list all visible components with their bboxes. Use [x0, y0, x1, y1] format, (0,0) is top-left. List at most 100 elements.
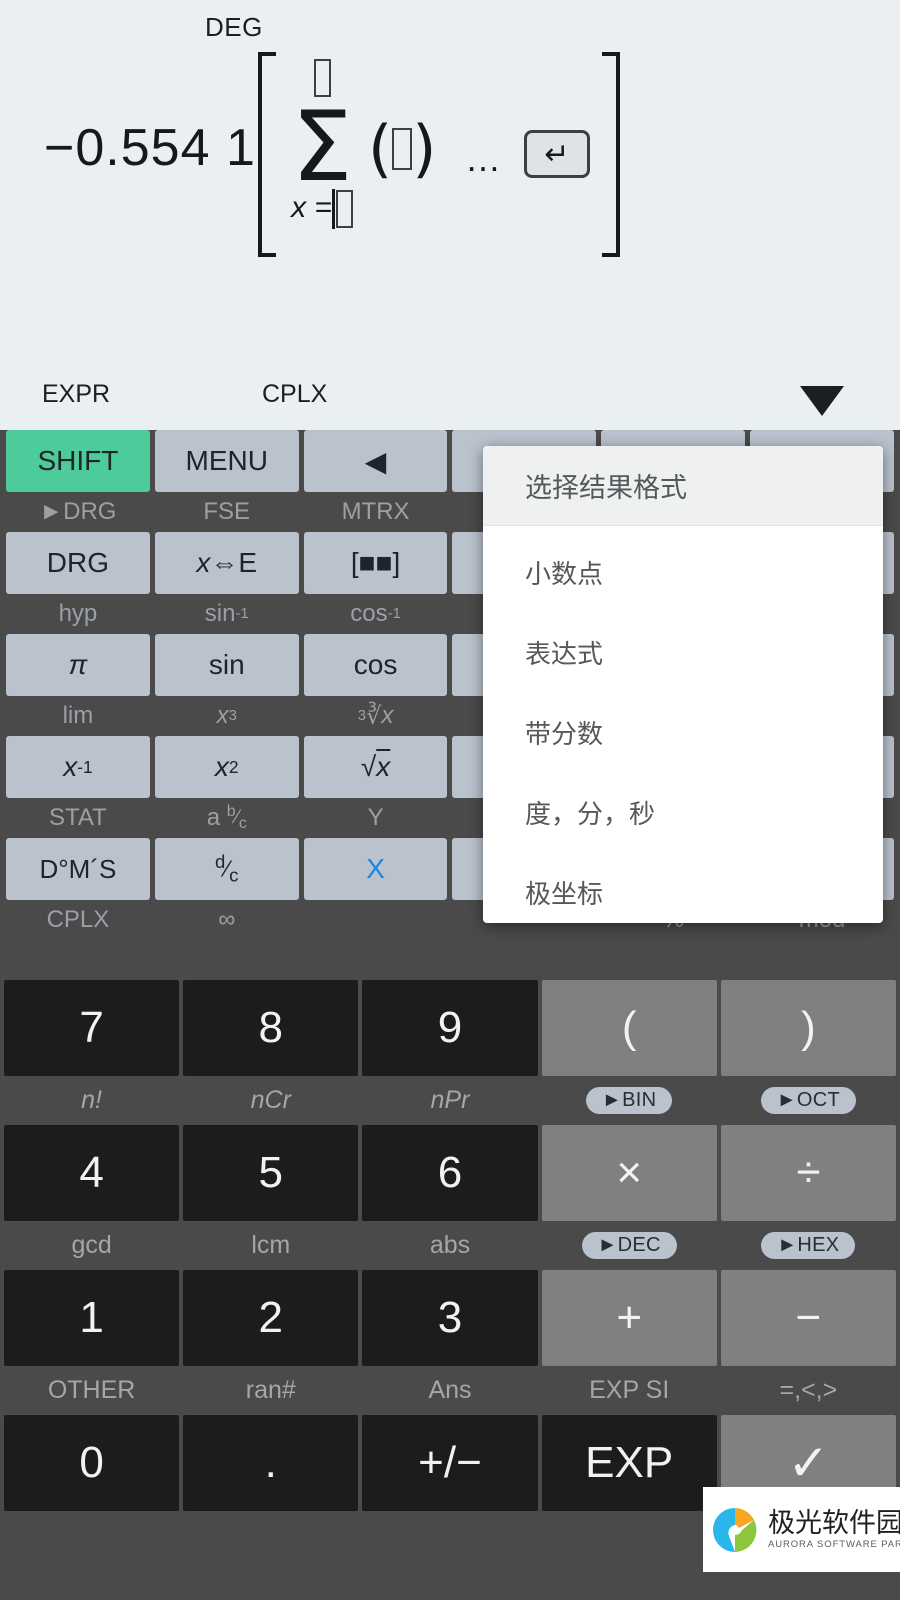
summation-index-label: x = [291, 191, 332, 224]
mode-expr-label[interactable]: EXPR [42, 380, 110, 409]
label-ncr: nCr [183, 1076, 358, 1125]
label-x-cubed: x3 [155, 696, 299, 736]
dialog-option-expression[interactable]: 表达式 [483, 612, 883, 692]
key-plus[interactable]: + [542, 1270, 717, 1366]
key-8[interactable]: 8 [183, 980, 358, 1076]
num-label-row: n! nCr nPr ►BIN ►OCT [0, 1076, 900, 1125]
label-y: Y [304, 798, 448, 838]
summation-lower-bound[interactable]: x = [272, 189, 372, 229]
check-icon: ✓ [787, 1434, 829, 1492]
key-left-arrow[interactable]: ◀ [304, 430, 448, 492]
watermark-cn: 极光软件园 [768, 1509, 900, 1537]
label-r5c3 [304, 900, 448, 940]
key-menu[interactable]: MENU [155, 430, 299, 492]
num-key-row: 4 5 6 × ÷ [0, 1125, 900, 1221]
label-lim: lim [6, 696, 150, 736]
label-other: OTHER [4, 1366, 179, 1415]
label-npr: nPr [362, 1076, 537, 1125]
expression-bracket-right [602, 52, 620, 257]
aurora-logo-icon [709, 1504, 761, 1556]
dialog-option-dms[interactable]: 度，分，秒 [483, 772, 883, 852]
label-cplx: CPLX [6, 900, 150, 940]
key-drg[interactable]: DRG [6, 532, 150, 594]
dialog-option-polar[interactable]: 极坐标 [483, 852, 883, 923]
text-cursor [332, 189, 335, 229]
key-5[interactable]: 5 [183, 1125, 358, 1221]
key-7[interactable]: 7 [4, 980, 179, 1076]
key-paren-close[interactable]: ) [721, 980, 896, 1076]
label-abs: abs [362, 1221, 537, 1270]
key-0[interactable]: 0 [4, 1415, 179, 1511]
label-comparators: =,<,> [721, 1366, 896, 1415]
result-format-dialog[interactable]: 选择结果格式 小数点 表达式 带分数 度，分，秒 极坐标 [483, 446, 883, 923]
key-minus[interactable]: − [721, 1270, 896, 1366]
key-x-squared[interactable]: x2 [155, 736, 299, 798]
dialog-option-mixed-fraction[interactable]: 带分数 [483, 692, 883, 772]
key-dms[interactable]: D°M´S [6, 838, 150, 900]
watermark-en: AURORA SOFTWARE PARK [768, 1539, 900, 1550]
label-factorial: n! [4, 1076, 179, 1125]
calculator-app: DEG −0.554 1 Σ x = () … ↵ EXPR CPLX SHIF… [0, 0, 900, 1600]
num-key-row: 1 2 3 + − [0, 1270, 900, 1366]
key-9[interactable]: 9 [362, 980, 537, 1076]
label-random: ran# [183, 1366, 358, 1415]
key-sign-toggle[interactable]: +/− [362, 1415, 537, 1511]
mode-cplx-label[interactable]: CPLX [262, 380, 327, 409]
label-ans: Ans [362, 1366, 537, 1415]
label-cube-root: 3∛x [304, 696, 448, 736]
paren-open: ( [368, 118, 392, 180]
label-gcd: gcd [4, 1221, 179, 1270]
label-lcm: lcm [183, 1221, 358, 1270]
ellipsis: … [465, 138, 504, 180]
triangle-down-icon[interactable] [800, 386, 844, 416]
key-d-over-c[interactable]: d⁄c [155, 838, 299, 900]
key-paren-open[interactable]: ( [542, 980, 717, 1076]
num-label-row: gcd lcm abs ►DEC ►HEX [0, 1221, 900, 1270]
summand-placeholder[interactable] [392, 128, 412, 170]
watermark-text: 极光软件园 AURORA SOFTWARE PARK [768, 1509, 900, 1550]
summation-lower-placeholder[interactable] [336, 190, 353, 228]
label-drg-shift: ►DRG [6, 492, 150, 532]
label-infinity: ∞ [155, 900, 299, 940]
label-stat: STAT [6, 798, 150, 838]
label-mixed-fraction: a b⁄c [155, 798, 299, 838]
label-exp-si: EXP SI [542, 1366, 717, 1415]
result-value: −0.554 1 [44, 118, 256, 178]
paren-close: ) [412, 118, 436, 180]
key-x-swap-e[interactable]: x⇔E [155, 532, 299, 594]
numeric-keypad: 7 8 9 ( ) n! nCr nPr ►BIN ►OCT 4 5 6 × ÷ [0, 980, 900, 1511]
key-sin[interactable]: sin [155, 634, 299, 696]
enter-key-icon[interactable]: ↵ [524, 130, 590, 178]
key-3[interactable]: 3 [362, 1270, 537, 1366]
label-dec: ►DEC [542, 1221, 717, 1270]
key-4[interactable]: 4 [4, 1125, 179, 1221]
label-asin: sin-1 [155, 594, 299, 634]
key-x-var[interactable]: X [304, 838, 448, 900]
label-acos: cos-1 [304, 594, 448, 634]
summation-template[interactable]: Σ x = [272, 55, 372, 229]
key-pi[interactable]: π [6, 634, 150, 696]
dialog-title: 选择结果格式 [483, 446, 883, 526]
key-2[interactable]: 2 [183, 1270, 358, 1366]
label-hyp: hyp [6, 594, 150, 634]
key-6[interactable]: 6 [362, 1125, 537, 1221]
key-matrix[interactable]: [■■] [304, 532, 448, 594]
label-bin: ►BIN [542, 1076, 717, 1125]
key-shift[interactable]: SHIFT [6, 430, 150, 492]
sigma-icon: Σ [272, 101, 372, 193]
num-key-row: 7 8 9 ( ) [0, 980, 900, 1076]
key-cos[interactable]: cos [304, 634, 448, 696]
watermark: 极光软件园 AURORA SOFTWARE PARK [703, 1487, 900, 1572]
key-multiply[interactable]: × [542, 1125, 717, 1221]
key-divide[interactable]: ÷ [721, 1125, 896, 1221]
key-sqrt[interactable]: √x [304, 736, 448, 798]
angle-mode-label: DEG [205, 12, 263, 43]
key-1[interactable]: 1 [4, 1270, 179, 1366]
key-x-inverse[interactable]: x-1 [6, 736, 150, 798]
key-exp[interactable]: EXP [542, 1415, 717, 1511]
summand-group[interactable]: () [368, 118, 436, 180]
display-area[interactable]: DEG −0.554 1 Σ x = () … ↵ [0, 0, 900, 430]
label-hex: ►HEX [721, 1221, 896, 1270]
key-decimal-point[interactable]: . [183, 1415, 358, 1511]
dialog-option-decimal[interactable]: 小数点 [483, 532, 883, 612]
